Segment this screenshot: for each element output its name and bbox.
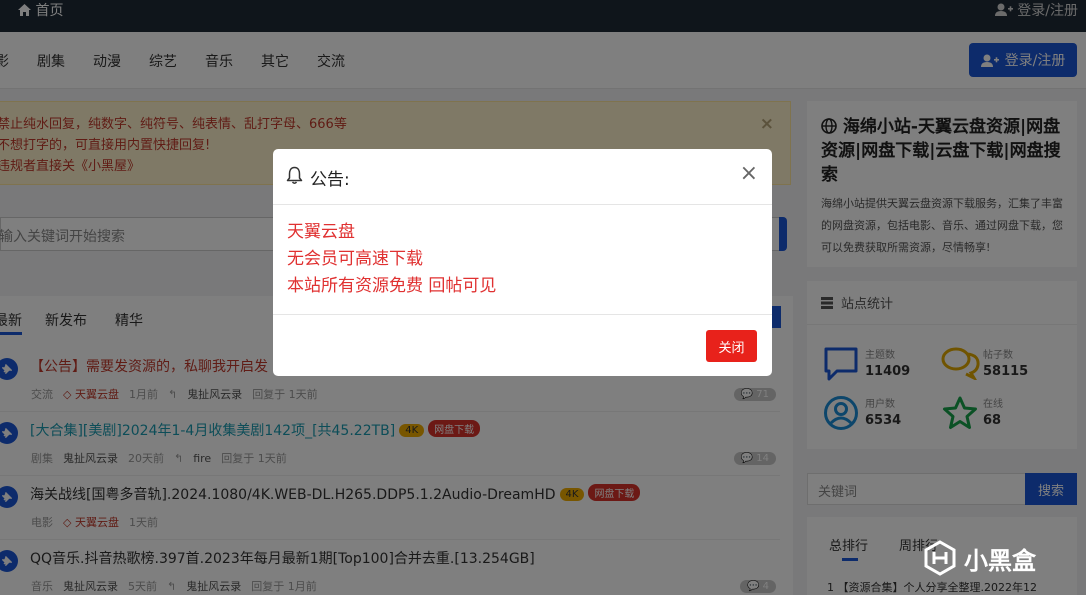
bell-icon xyxy=(286,166,303,184)
modal-close-icon[interactable]: × xyxy=(740,163,758,185)
modal-title: 公告: xyxy=(310,170,350,190)
modal-close-button[interactable]: 关闭 xyxy=(706,330,757,362)
modal-line: 天翼云盘 xyxy=(287,222,355,242)
modal-footer: 关闭 xyxy=(273,314,772,376)
watermark-text: 小黑盒 xyxy=(964,546,1036,575)
heybox-logo-icon xyxy=(924,540,956,576)
watermark: 小黑盒 xyxy=(922,540,1036,576)
modal-line: 本站所有资源免费 回帖可见 xyxy=(287,276,497,296)
modal-header: 公告: × xyxy=(273,149,772,205)
modal-body: 天翼云盘 无会员可高速下载 本站所有资源免费 回帖可见 xyxy=(287,219,496,300)
announcement-modal: 公告: × 天翼云盘 无会员可高速下载 本站所有资源免费 回帖可见 关闭 xyxy=(273,149,772,376)
modal-line: 无会员可高速下载 xyxy=(287,249,423,269)
